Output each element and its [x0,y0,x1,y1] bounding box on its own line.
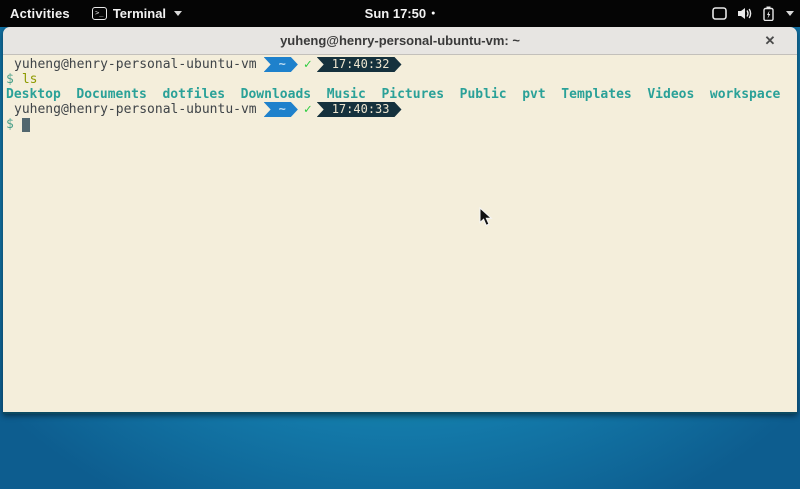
checkmark-icon: ✓ [298,102,317,117]
chevron-down-icon [786,11,794,16]
app-menu-label: Terminal [113,6,166,21]
activities-button[interactable]: Activities [0,6,84,21]
terminal-window: yuheng@henry-personal-ubuntu-vm: ~ ✕ yuh… [3,27,797,414]
ls-output-line: Desktop Documents dotfiles Downloads Mus… [6,87,797,102]
prompt-line: yuheng@henry-personal-ubuntu-vm ~ ✓ 17:4… [6,102,797,117]
dir-item: Music [327,87,366,102]
dir-item: Desktop [6,87,61,102]
window-titlebar[interactable]: yuheng@henry-personal-ubuntu-vm: ~ ✕ [3,27,797,55]
dir-item: Videos [647,87,694,102]
dir-item: pvt [522,87,545,102]
terminal-app-icon: >_ [92,7,107,20]
current-input-line[interactable]: $ [6,117,797,132]
prompt-cwd-segment: ~ [264,57,298,72]
chevron-down-icon [174,11,182,16]
dir-item: Public [460,87,507,102]
close-button[interactable]: ✕ [759,27,781,55]
dir-item: workspace [710,87,780,102]
command-text: ls [22,72,38,87]
prompt-cwd-segment: ~ [264,102,298,117]
notification-dot-icon: ● [431,10,435,17]
terminal-cursor [22,118,30,132]
system-status-area[interactable] [712,0,794,27]
prompt-user: yuheng@henry-personal-ubuntu-vm [14,102,257,117]
screen-icon [712,7,727,20]
checkmark-icon: ✓ [298,57,317,72]
mouse-pointer-icon [479,207,493,227]
prompt-symbol: $ [6,72,14,87]
clock-label: Sun 17:50 [365,6,426,21]
battery-charging-icon [763,6,774,21]
dir-item: Downloads [241,87,311,102]
command-line: $ ls [6,72,797,87]
prompt-time-segment: 17:40:32 [317,57,402,72]
prompt-line: yuheng@henry-personal-ubuntu-vm ~ ✓ 17:4… [6,57,797,72]
prompt-user: yuheng@henry-personal-ubuntu-vm [14,57,257,72]
dir-item: dotfiles [162,87,225,102]
app-menu-button[interactable]: >_ Terminal [84,6,190,21]
dir-item: Templates [561,87,631,102]
top-bar: Activities >_ Terminal Sun 17:50 ● [0,0,800,27]
dir-item: Documents [76,87,146,102]
volume-icon [737,7,753,20]
prompt-symbol: $ [6,117,14,132]
window-title: yuheng@henry-personal-ubuntu-vm: ~ [280,33,520,48]
dir-item: Pictures [381,87,444,102]
terminal-content[interactable]: yuheng@henry-personal-ubuntu-vm ~ ✓ 17:4… [3,55,797,412]
prompt-time-segment: 17:40:33 [317,102,402,117]
